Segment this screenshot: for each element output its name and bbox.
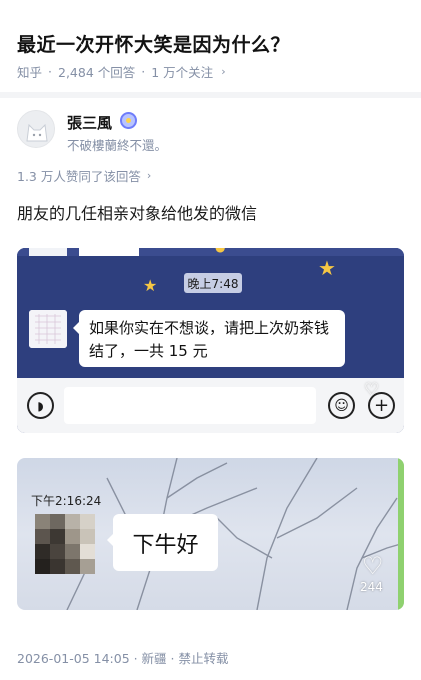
chat-screenshot-2[interactable]: 下午2:16:24 下牛好 ♡ 244 — [17, 458, 404, 610]
heart-icon[interactable]: ♡ — [364, 380, 379, 400]
chevron-right-icon: › — [221, 65, 226, 78]
chat-input-bar: ◗ ☺ + — [17, 378, 404, 433]
answer-text: 朋友的几任相亲对象给他发的微信 — [17, 204, 258, 223]
chat-screenshot-1[interactable]: ★ ★ ● 晚上7:48 如果你实在不想谈，请把上次奶茶钱结了，一共 15 元 … — [17, 248, 404, 433]
chat-timestamp: 晚上7:48 — [184, 273, 242, 293]
meta-separator: · — [141, 64, 146, 79]
star-icon: ● — [215, 248, 225, 253]
source-label: 知乎 — [17, 65, 43, 80]
contact-avatar — [29, 310, 67, 348]
author-name[interactable]: 張三風 — [67, 112, 112, 133]
star-icon: ★ — [143, 276, 158, 295]
vote-count[interactable]: 1.3 万人赞同了该回答 › — [17, 166, 151, 185]
like-count: 244 — [360, 580, 383, 594]
answer-count: 2,484 个回答 — [58, 65, 136, 80]
grid-avatar-icon — [29, 310, 67, 348]
chat-top-strip — [17, 248, 404, 256]
question-meta[interactable]: 知乎 · 2,484 个回答 · 1 万个关注 › — [17, 62, 226, 81]
pixelated-avatar-icon — [35, 514, 95, 574]
meta-separator: · — [48, 64, 52, 79]
vote-text: 1.3 万人赞同了该回答 — [17, 169, 141, 184]
post-footer: 2026-01-05 14:05 · 新疆 · 禁止转载 — [17, 651, 229, 666]
chat-timestamp: 下午2:16:24 — [31, 494, 102, 508]
question-title[interactable]: 最近一次开怀大笑是因为什么？ — [17, 30, 290, 57]
author-bio: 不破樓蘭終不還。 — [67, 138, 168, 153]
blurred-avatar — [35, 514, 95, 574]
emoji-icon[interactable]: ☺ — [328, 392, 355, 419]
chat-message-bubble: 下牛好 — [107, 514, 218, 571]
follower-count: 1 万个关注 — [151, 65, 214, 80]
section-divider — [0, 92, 421, 98]
chevron-right-icon: › — [146, 169, 152, 182]
voice-icon[interactable]: ◗ — [27, 392, 54, 419]
heart-icon[interactable]: ♡ — [362, 554, 384, 578]
image-edge-strip — [398, 458, 404, 610]
verified-badge-icon — [120, 112, 137, 129]
star-icon: ★ — [318, 256, 336, 280]
cat-avatar-icon — [18, 111, 54, 147]
chat-input-field[interactable] — [64, 387, 316, 424]
author-avatar[interactable] — [17, 110, 55, 148]
chat-message-bubble: 如果你实在不想谈，请把上次奶茶钱结了，一共 15 元 — [73, 310, 345, 367]
